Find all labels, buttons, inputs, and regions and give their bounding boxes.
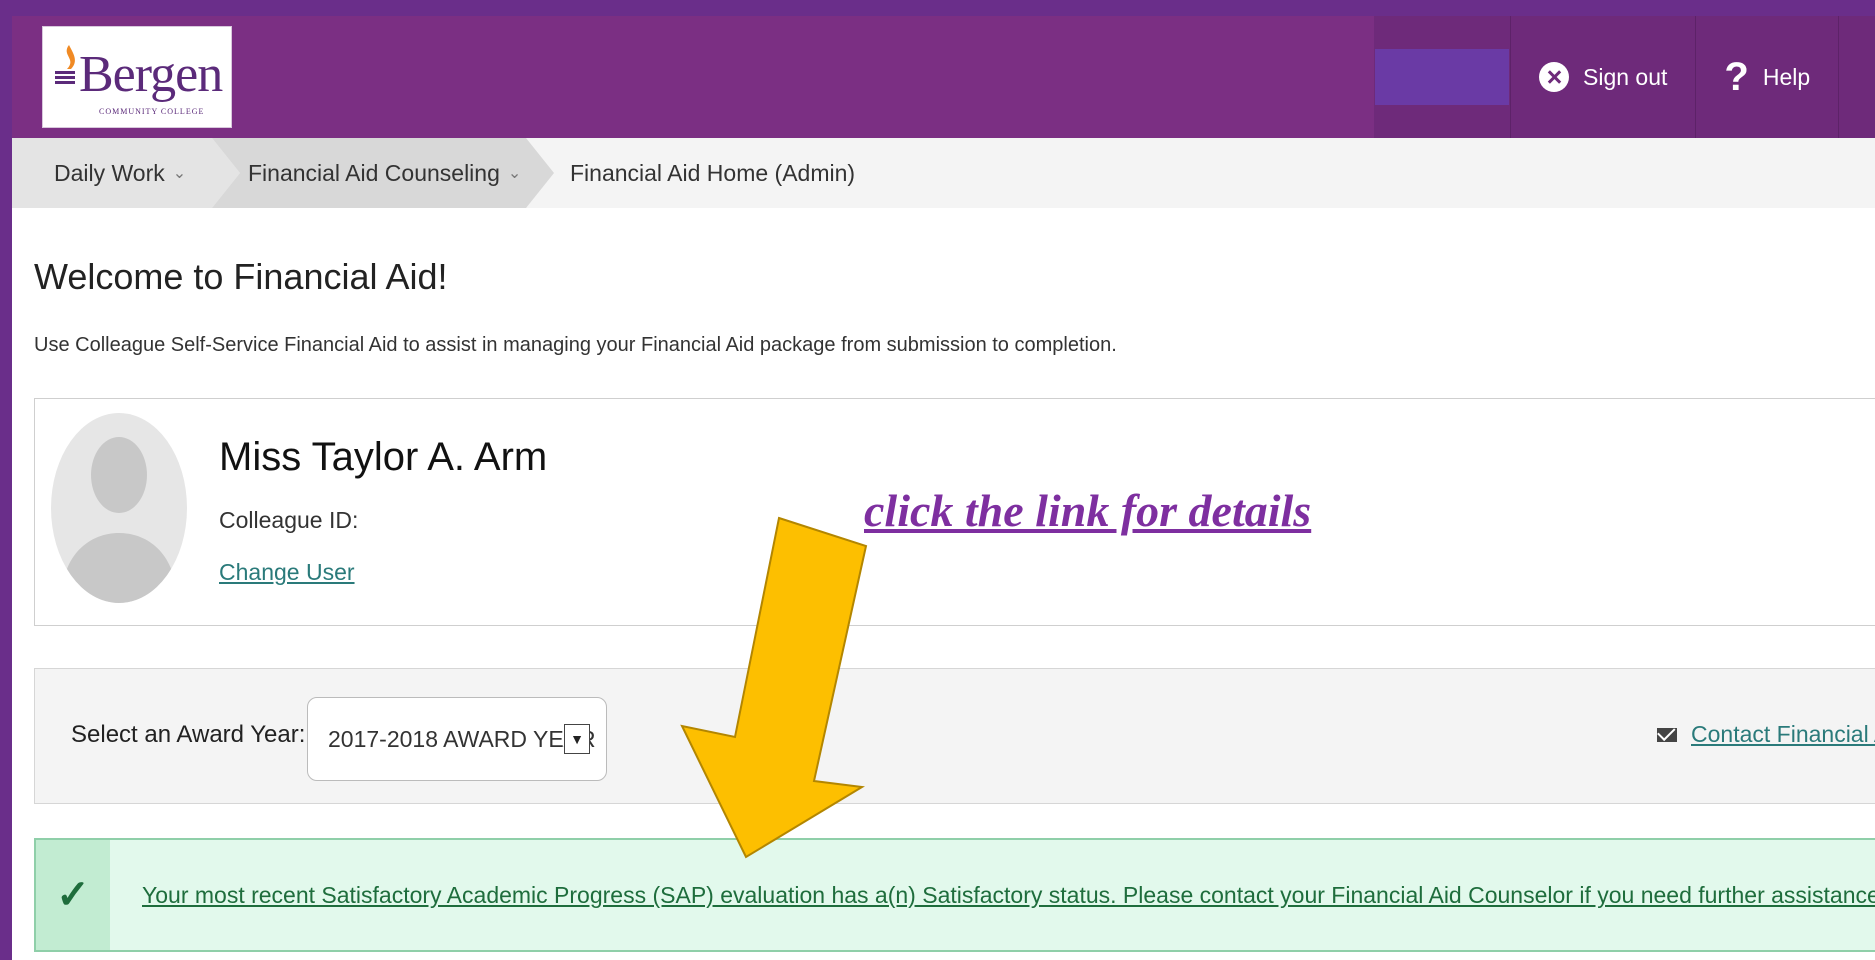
breadcrumb-label: Daily Work: [54, 159, 165, 186]
breadcrumb-current: Financial Aid Home (Admin): [570, 138, 855, 208]
sign-out-button[interactable]: Sign out: [1511, 16, 1697, 138]
person-silhouette-icon: [61, 437, 177, 603]
bergen-logo[interactable]: Bergen COMMUNITY COLLEGE: [42, 26, 232, 128]
award-year-value: 2017-2018 AWARD YEAR: [328, 726, 596, 752]
sign-out-label: Sign out: [1583, 63, 1668, 90]
help-button[interactable]: ? Help: [1696, 16, 1840, 138]
checkmark-icon: ✓: [36, 840, 110, 950]
breadcrumb-label: Financial Aid Home (Admin): [570, 159, 856, 186]
change-user-link[interactable]: Change User: [219, 559, 355, 586]
contact-financial-aid[interactable]: Contact Financial Aid O: [1657, 721, 1875, 748]
question-icon: ?: [1724, 55, 1749, 99]
breadcrumb: Daily Work ⌄ Financial Aid Counseling ⌄ …: [12, 138, 1875, 208]
chevron-down-icon: ⌄: [172, 165, 187, 182]
torch-icon: [55, 45, 75, 84]
chevron-down-icon: ⌄: [507, 165, 522, 182]
envelope-icon: [1657, 727, 1677, 742]
award-year-select[interactable]: 2017-2018 AWARD YEAR ▼: [307, 697, 607, 781]
sap-status-alert: ✓ Your most recent Satisfactory Academic…: [34, 838, 1875, 952]
sap-status-link[interactable]: Your most recent Satisfactory Academic P…: [142, 882, 1875, 909]
header-actions: Sign out ? Help: [1374, 16, 1875, 138]
user-chip[interactable]: [1375, 49, 1509, 105]
breadcrumb-daily-work[interactable]: Daily Work ⌄: [54, 138, 186, 208]
student-name: Miss Taylor A. Arm: [219, 435, 548, 479]
annotation-text: click the link for details: [864, 485, 1312, 536]
header-bar: Bergen COMMUNITY COLLEGE Sign out ? Help: [12, 16, 1875, 138]
close-circle-icon: [1539, 62, 1569, 92]
contact-financial-aid-link[interactable]: Contact Financial Aid O: [1691, 721, 1875, 748]
colleague-id-label: Colleague ID:: [219, 507, 359, 533]
page-description: Use Colleague Self-Service Financial Aid…: [34, 334, 1117, 356]
logo-subtitle: COMMUNITY COLLEGE: [99, 107, 205, 116]
award-year-label: Select an Award Year:: [71, 721, 306, 748]
user-menu[interactable]: [1374, 16, 1511, 138]
chevron-down-icon[interactable]: ▼: [564, 724, 590, 754]
logo-text: Bergen: [79, 46, 223, 103]
avatar: [51, 413, 187, 603]
help-label: Help: [1762, 63, 1811, 90]
breadcrumb-financial-aid-counseling[interactable]: Financial Aid Counseling ⌄: [248, 138, 521, 208]
breadcrumb-label: Financial Aid Counseling: [248, 159, 500, 186]
award-year-panel: Select an Award Year: 2017-2018 AWARD YE…: [34, 668, 1875, 804]
page-title: Welcome to Financial Aid!: [34, 256, 448, 297]
